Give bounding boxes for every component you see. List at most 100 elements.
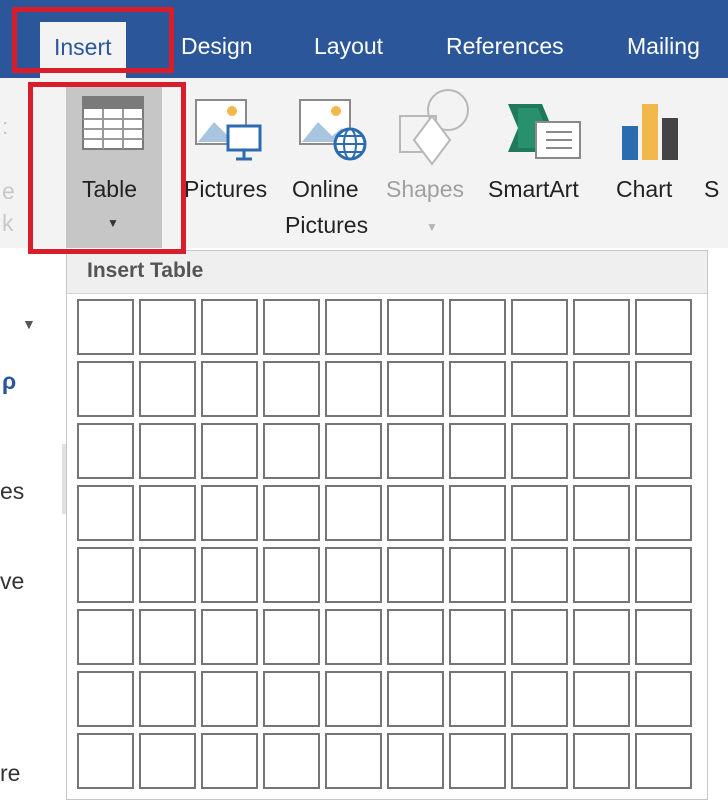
table-grid-cell[interactable] (635, 423, 692, 479)
table-grid-cell[interactable] (511, 547, 568, 603)
table-grid-cell[interactable] (449, 733, 506, 789)
table-grid-cell[interactable] (449, 485, 506, 541)
table-grid-cell[interactable] (511, 485, 568, 541)
table-grid-cell[interactable] (77, 671, 134, 727)
table-grid-cell[interactable] (511, 423, 568, 479)
ribbon-tab-strip: Insert Design Layout References Mailing (0, 0, 728, 78)
table-grid-cell[interactable] (573, 423, 630, 479)
table-grid-cell[interactable] (449, 609, 506, 665)
table-grid-cell[interactable] (263, 609, 320, 665)
smartart-button[interactable]: SmartArt (488, 82, 606, 248)
table-grid-cell[interactable] (201, 671, 258, 727)
table-grid-cell[interactable] (139, 733, 196, 789)
table-grid-cell[interactable] (325, 609, 382, 665)
table-grid-cell[interactable] (201, 609, 258, 665)
table-grid-cell[interactable] (263, 299, 320, 355)
search-icon[interactable]: ρ (2, 368, 16, 395)
table-grid-cell[interactable] (511, 361, 568, 417)
table-grid-cell[interactable] (263, 423, 320, 479)
ghost-fragment: e (2, 178, 15, 204)
table-icon (82, 96, 144, 150)
table-grid-cell[interactable] (573, 485, 630, 541)
table-grid-cell[interactable] (635, 299, 692, 355)
table-grid-cell[interactable] (139, 361, 196, 417)
table-grid-cell[interactable] (449, 671, 506, 727)
table-grid-cell[interactable] (325, 423, 382, 479)
table-grid-cell[interactable] (387, 609, 444, 665)
table-grid-cell[interactable] (387, 733, 444, 789)
table-button[interactable]: Table ▼ (66, 82, 162, 248)
table-grid-cell[interactable] (325, 485, 382, 541)
tab-mailings[interactable]: Mailing (627, 24, 700, 68)
table-grid-cell[interactable] (77, 423, 134, 479)
table-grid-cell[interactable] (263, 361, 320, 417)
table-grid-cell[interactable] (263, 485, 320, 541)
table-grid-cell[interactable] (511, 671, 568, 727)
table-grid-cell[interactable] (139, 609, 196, 665)
table-grid-cell[interactable] (449, 361, 506, 417)
table-grid-cell[interactable] (201, 485, 258, 541)
ghost-fragment: k (2, 210, 14, 236)
table-grid-cell[interactable] (325, 361, 382, 417)
table-grid-cell[interactable] (635, 733, 692, 789)
table-grid-cell[interactable] (201, 423, 258, 479)
table-grid-cell[interactable] (139, 485, 196, 541)
table-grid-cell[interactable] (201, 733, 258, 789)
table-grid-cell[interactable] (325, 733, 382, 789)
shapes-button[interactable]: Shapes ▼ (386, 82, 484, 248)
table-grid-cell[interactable] (387, 671, 444, 727)
table-grid-cell[interactable] (511, 609, 568, 665)
table-grid-cell[interactable] (387, 361, 444, 417)
table-grid-cell[interactable] (77, 609, 134, 665)
table-grid-cell[interactable] (573, 547, 630, 603)
table-grid-cell[interactable] (635, 547, 692, 603)
table-grid-cell[interactable] (635, 671, 692, 727)
table-grid-cell[interactable] (449, 299, 506, 355)
table-grid-cell[interactable] (573, 361, 630, 417)
table-grid-cell[interactable] (511, 733, 568, 789)
table-grid-cell[interactable] (387, 423, 444, 479)
table-grid-cell[interactable] (139, 299, 196, 355)
tab-design[interactable]: Design (181, 24, 253, 68)
table-grid-cell[interactable] (139, 423, 196, 479)
table-grid-cell[interactable] (449, 547, 506, 603)
table-grid-cell[interactable] (573, 299, 630, 355)
table-grid-cell[interactable] (387, 547, 444, 603)
table-grid-cell[interactable] (77, 299, 134, 355)
table-grid-cell[interactable] (325, 671, 382, 727)
tab-layout[interactable]: Layout (314, 24, 383, 68)
tab-insert[interactable]: Insert (40, 22, 126, 78)
chevron-down-icon[interactable]: ▼ (22, 316, 36, 332)
table-grid-cell[interactable] (635, 361, 692, 417)
cutoff-ribbon-label: S (704, 176, 720, 202)
nav-fragment: es (0, 478, 25, 504)
table-grid-cell[interactable] (263, 547, 320, 603)
table-grid-cell[interactable] (635, 485, 692, 541)
table-grid-cell[interactable] (201, 547, 258, 603)
table-grid-cell[interactable] (635, 609, 692, 665)
table-grid-cell[interactable] (77, 361, 134, 417)
table-grid-cell[interactable] (263, 733, 320, 789)
table-grid-cell[interactable] (325, 299, 382, 355)
table-grid-cell[interactable] (77, 485, 134, 541)
online-pictures-button[interactable]: Online Pictures (285, 82, 384, 248)
pictures-button[interactable]: Pictures (180, 82, 280, 248)
table-grid-cell[interactable] (449, 423, 506, 479)
table-button-label: Table (82, 176, 137, 202)
table-grid-cell[interactable] (387, 299, 444, 355)
tab-references[interactable]: References (446, 24, 564, 68)
chart-button[interactable]: Chart (612, 82, 694, 248)
table-grid-cell[interactable] (511, 299, 568, 355)
table-grid-cell[interactable] (139, 671, 196, 727)
table-grid-cell[interactable] (325, 547, 382, 603)
table-grid-cell[interactable] (573, 733, 630, 789)
table-grid-cell[interactable] (573, 609, 630, 665)
table-grid-cell[interactable] (77, 733, 134, 789)
table-grid-cell[interactable] (201, 361, 258, 417)
table-grid-cell[interactable] (387, 485, 444, 541)
table-grid-cell[interactable] (573, 671, 630, 727)
table-grid-cell[interactable] (201, 299, 258, 355)
table-grid-cell[interactable] (139, 547, 196, 603)
table-grid-cell[interactable] (263, 671, 320, 727)
table-grid-cell[interactable] (77, 547, 134, 603)
